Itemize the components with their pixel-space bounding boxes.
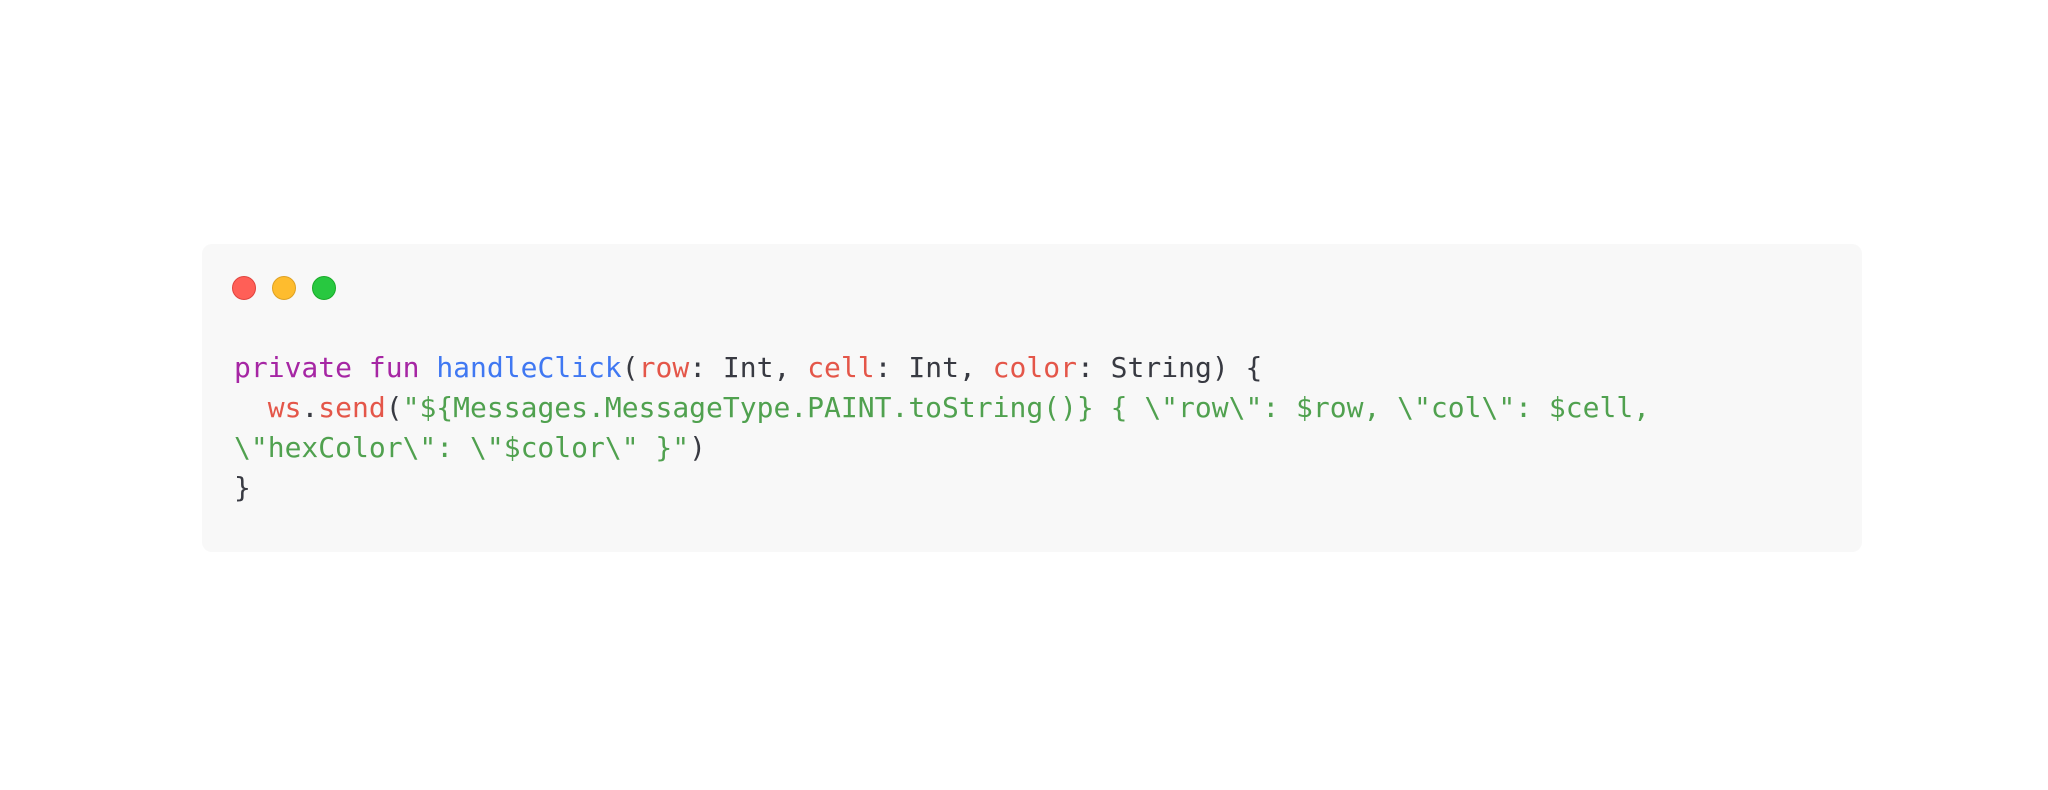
code-line-2: ws.send("${Messages.MessageType.PAINT.to… (234, 388, 1802, 428)
close-paren: ) (689, 431, 707, 464)
open-paren: ( (621, 351, 639, 384)
type-int: Int (722, 351, 774, 384)
code-line-4: } (234, 468, 1802, 508)
function-name: handleClick (436, 351, 622, 384)
method-send: send (318, 391, 386, 424)
type-int: Int (908, 351, 959, 384)
param-cell: cell (807, 351, 875, 384)
keyword-private: private (234, 351, 353, 384)
close-brace: } (234, 471, 251, 504)
type-separator: : (689, 351, 723, 384)
code-line-1: private fun handleClick(row: Int, cell: … (234, 348, 1802, 388)
open-paren: ( (385, 391, 403, 424)
window-controls (232, 276, 336, 300)
keyword-fun: fun (368, 351, 420, 384)
code-window: private fun handleClick(row: Int, cell: … (202, 244, 1862, 552)
minimize-dot-icon[interactable] (272, 276, 296, 300)
param-row: row (638, 351, 690, 384)
string-literal-part1: "${Messages.MessageType.PAINT.toString()… (402, 391, 1651, 424)
comma: , (958, 351, 993, 384)
code-block: private fun handleClick(row: Int, cell: … (234, 348, 1802, 508)
type-separator: : (1076, 351, 1111, 384)
type-separator: : (874, 351, 909, 384)
string-literal-part2: \"hexColor\": \"$color\" }" (234, 431, 690, 464)
dot: . (301, 391, 319, 424)
close-paren-brace: ) { (1211, 351, 1263, 384)
param-color: color (992, 351, 1077, 384)
comma: , (773, 351, 808, 384)
code-line-3: \"hexColor\": \"$color\" }") (234, 428, 1802, 468)
close-dot-icon[interactable] (232, 276, 256, 300)
object-ws: ws (267, 391, 302, 424)
type-string: String (1110, 351, 1212, 384)
zoom-dot-icon[interactable] (312, 276, 336, 300)
